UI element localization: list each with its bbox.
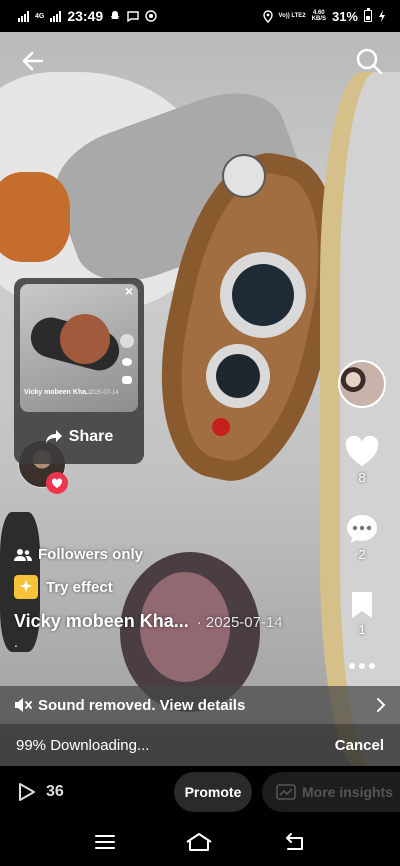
share-button[interactable]: Share [14,428,144,446]
sound-removed-text: Sound removed. View details [38,696,246,714]
privacy-label[interactable]: Followers only [14,546,344,563]
signal-icon [50,10,62,22]
more-insights-label: More insights [302,784,394,800]
post-date: · 2025-07-14 [196,614,283,631]
network-speed: 4.60 KB/S [312,10,326,22]
signal-icon [18,10,29,22]
share-label: Share [68,428,114,445]
cancel-download-button[interactable]: Cancel [335,737,384,754]
try-effect-label: Try effect [46,578,113,596]
search-icon [356,48,383,75]
share-arrow-icon [45,430,62,444]
clock: 23:49 [67,8,104,24]
chart-icon [276,784,296,800]
followers-only-label: Followers only [38,546,144,563]
network-type: 4G [35,12,45,20]
close-button[interactable]: × [122,284,136,298]
profile-avatar[interactable] [338,360,386,408]
search-button[interactable] [354,46,384,76]
network-speed-unit: KB/S [311,16,326,22]
status-bar: 4G 23:49 Vo)) LTE2 4.60 KB/S 31% [0,0,400,32]
heart-icon [51,477,63,488]
battery-icon [364,8,372,22]
comment-count: 2 [358,547,366,562]
play-icon [19,783,35,801]
heart-icon [345,436,379,466]
more-dots-icon [349,663,355,669]
download-status: 99% Downloading... [16,736,150,754]
share-thumbnail: Vicky mobeen Kha... 2025-07-14 [20,284,138,412]
recent-apps-icon[interactable] [94,834,116,850]
close-icon: × [124,283,134,299]
battery-percent: 31% [331,8,358,24]
bottom-action-bar: 36 Promote More insights [0,766,400,818]
view-count[interactable]: 36 [18,782,64,802]
save-count: 1 [358,622,366,637]
bookmark-icon [352,592,372,618]
more-button[interactable] [349,663,375,669]
people-icon [14,548,32,561]
view-count-value: 36 [46,783,64,800]
charging-icon [379,10,385,22]
speaker-muted-icon [15,698,32,712]
save-button[interactable]: 1 [349,590,375,637]
arrow-left-icon [22,51,44,71]
video-info: Followers only Try effect Vicky mobeen K… [14,546,344,650]
sparkle-icon [14,575,38,599]
promote-button[interactable]: Promote [174,772,252,812]
snapchat-icon [110,11,120,19]
caption: . [14,634,18,650]
thumbnail-date: 2025-07-14 [88,390,119,396]
like-badge [46,472,68,494]
try-effect-button[interactable]: Try effect [14,575,344,599]
volte-indicator: Vo)) LTE2 [278,13,306,19]
chrome-icon [145,10,157,22]
system-nav-bar [0,818,400,866]
share-popup[interactable]: Vicky mobeen Kha... 2025-07-14 × Share [14,278,144,464]
sound-removed-bar[interactable]: Sound removed. View details [0,686,400,724]
back-button[interactable] [18,46,48,76]
like-count: 8 [358,470,366,485]
home-icon[interactable] [185,832,213,852]
comment-icon [347,515,377,543]
messenger-icon [127,11,139,22]
download-progress-bar: 99% Downloading... Cancel [0,724,400,766]
back-nav-icon[interactable] [282,833,306,851]
thumbnail-author: Vicky mobeen Kha... [24,389,92,396]
author-name[interactable]: Vicky mobeen Kha... [14,611,189,632]
chevron-right-icon [377,698,386,712]
like-button[interactable]: 8 [344,436,380,485]
comment-button[interactable]: 2 [345,513,379,562]
more-insights-button[interactable]: More insights [262,772,400,812]
location-icon [262,9,273,23]
